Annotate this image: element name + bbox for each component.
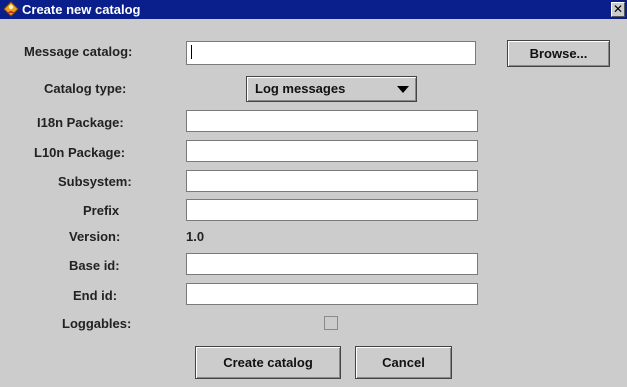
i18n-package-label: I18n Package:	[37, 115, 124, 130]
browse-button[interactable]: Browse...	[507, 40, 610, 67]
message-catalog-label: Message catalog:	[24, 44, 133, 59]
i18n-package-input[interactable]	[186, 110, 478, 132]
end-id-input[interactable]	[186, 283, 478, 305]
window-title: Create new catalog	[22, 2, 141, 17]
base-id-label: Base id:	[69, 258, 120, 273]
app-logo-icon	[3, 1, 19, 17]
catalog-type-value: Log messages	[255, 81, 346, 96]
subsystem-label: Subsystem:	[58, 174, 132, 189]
subsystem-input[interactable]	[186, 170, 478, 192]
version-label: Version:	[69, 229, 121, 244]
create-catalog-dialog: Create new catalog ✕ Message catalog: Br…	[0, 0, 627, 387]
catalog-type-label: Catalog type:	[44, 81, 127, 96]
catalog-type-select[interactable]: Log messages	[246, 76, 417, 102]
text-caret	[191, 45, 192, 59]
chevron-down-icon	[397, 86, 409, 93]
loggables-label: Loggables:	[62, 316, 132, 331]
cancel-button[interactable]: Cancel	[355, 346, 452, 379]
create-catalog-button[interactable]: Create catalog	[195, 346, 341, 379]
message-catalog-input[interactable]	[186, 41, 476, 65]
base-id-input[interactable]	[186, 253, 478, 275]
loggables-checkbox[interactable]	[324, 316, 338, 330]
title-bar[interactable]: Create new catalog ✕	[0, 0, 627, 19]
l10n-package-label: L10n Package:	[34, 145, 126, 160]
prefix-input[interactable]	[186, 199, 478, 221]
end-id-label: End id:	[73, 288, 118, 303]
l10n-package-input[interactable]	[186, 140, 478, 162]
version-value: 1.0	[186, 229, 205, 244]
close-icon[interactable]: ✕	[611, 2, 625, 17]
prefix-label: Prefix	[83, 203, 120, 218]
